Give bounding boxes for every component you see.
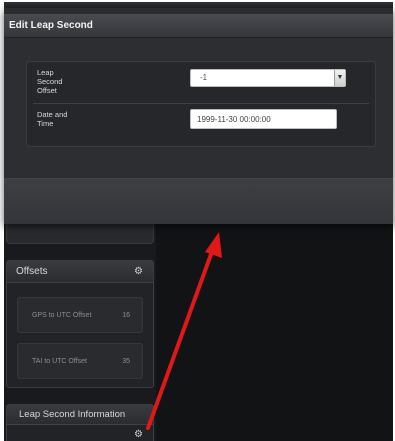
offsets-panel: Offsets ⚙ GPS to UTC Offset 16 TAI to UT… [6,260,154,388]
tai-utc-offset-value: 35 [122,357,130,365]
screenshot: Offsets ⚙ GPS to UTC Offset 16 TAI to UT… [0,0,395,441]
datetime-label: Date and Time [37,110,68,128]
tai-utc-offset-label: TAI to UTC Offset [32,357,87,365]
tai-utc-offset-box: TAI to UTC Offset 35 [17,343,143,379]
gps-utc-offset-value: 16 [122,311,130,319]
gear-icon[interactable]: ⚙ [134,429,143,440]
dialog-title: Edit Leap Second [4,14,393,38]
gps-utc-offset-box: GPS to UTC Offset 16 [17,297,143,333]
leap-second-info-header: Leap Second Information [7,405,153,425]
offset-select[interactable]: -1 ▼ [190,69,346,87]
leap-second-info-title: Leap Second Information [19,409,126,420]
leap-second-form: Leap Second Offset -1 ▼ Date and Time [26,61,376,147]
datetime-input[interactable] [190,109,337,129]
dialog-footer [4,178,393,224]
offset-select-value: -1 [200,73,208,82]
dialog-body: Leap Second Offset -1 ▼ Date and Time [4,38,393,178]
offset-label: Leap Second Offset [37,68,63,95]
leap-second-info-panel: Leap Second Information ⚙ [6,404,154,441]
chevron-down-icon[interactable]: ▼ [334,70,345,86]
offset-row: Leap Second Offset -1 ▼ [27,62,375,103]
gps-utc-offset-label: GPS to UTC Offset [32,311,92,319]
offsets-panel-header: Offsets ⚙ [7,261,153,283]
edit-leap-second-dialog: Edit Leap Second Leap Second Offset -1 ▼… [4,8,393,224]
gear-icon[interactable]: ⚙ [134,261,143,283]
content-area [156,210,393,441]
offsets-panel-title: Offsets [16,266,48,277]
